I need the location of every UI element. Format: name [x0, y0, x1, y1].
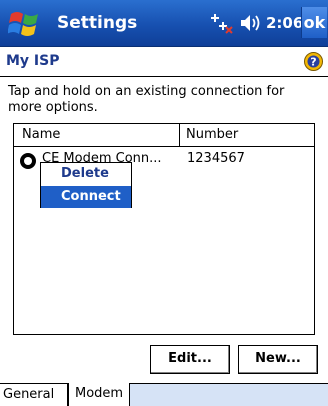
volume-icon[interactable] [239, 12, 265, 34]
header-divider [0, 76, 328, 77]
svg-text:?: ? [310, 56, 316, 69]
page-title: My ISP [6, 53, 60, 69]
ok-button[interactable]: ok [301, 7, 327, 38]
column-header-name[interactable]: Name [14, 124, 180, 147]
context-menu: Delete Connect [40, 162, 132, 208]
instructions-text: Tap and hold on an existing connection f… [8, 84, 285, 115]
tab-bar-filler [130, 384, 328, 406]
title-bar: Settings 2:06 ok [0, 0, 328, 47]
menu-item-connect[interactable]: Connect [41, 186, 131, 208]
tab-modem[interactable]: Modem [68, 383, 130, 406]
windows-start-icon[interactable] [8, 8, 42, 40]
connectivity-icon[interactable] [209, 12, 233, 34]
connection-list[interactable]: Name Number CE Modem Conn... 1234567 [13, 123, 315, 335]
tab-general[interactable]: General [0, 384, 68, 406]
tab-bar: General Modem [0, 383, 328, 406]
menu-item-delete[interactable]: Delete [41, 163, 131, 185]
window-title: Settings [57, 13, 138, 33]
edit-button[interactable]: Edit... [150, 345, 230, 374]
connection-number[interactable]: 1234567 [187, 151, 245, 166]
column-header-number[interactable]: Number [180, 124, 314, 147]
connection-icon [20, 153, 36, 169]
clock[interactable]: 2:06 [266, 14, 303, 32]
new-button[interactable]: New... [238, 345, 318, 374]
help-icon[interactable]: ? [304, 52, 323, 71]
